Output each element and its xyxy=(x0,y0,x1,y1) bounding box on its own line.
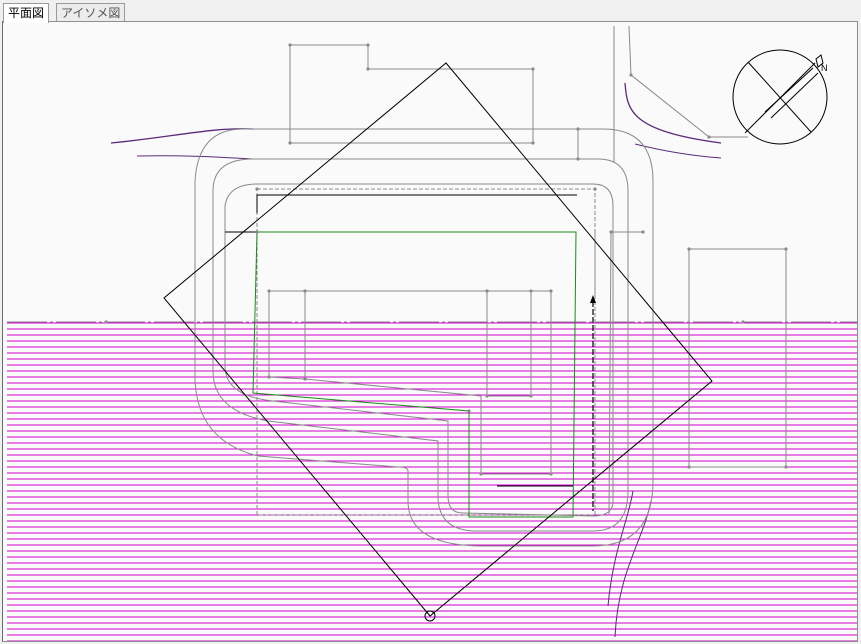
vertex-dot xyxy=(104,320,108,324)
vertex-dot xyxy=(549,472,553,476)
building-outline-right xyxy=(688,248,787,468)
north-label: N xyxy=(821,63,828,73)
vertex-dot xyxy=(467,409,471,413)
vertex-dot xyxy=(784,247,788,251)
road-edge-right-lower xyxy=(634,143,722,159)
building-outline-top xyxy=(289,44,534,144)
vertex-markers xyxy=(104,43,788,476)
vertex-dot xyxy=(303,377,307,381)
vertex-dot xyxy=(303,289,307,293)
vertex-dot xyxy=(366,67,370,71)
vertex-dot xyxy=(485,289,489,293)
vertex-dot xyxy=(609,230,613,234)
vertex-dot xyxy=(784,465,788,469)
vertex-dot xyxy=(529,394,533,398)
vertex-dot xyxy=(576,127,580,131)
road-outline-inner xyxy=(224,183,614,517)
vertex-dot xyxy=(707,135,711,139)
vertex-dot xyxy=(288,141,292,145)
tab-isometric-view[interactable]: アイソメ図 xyxy=(56,3,126,22)
vertex-dot xyxy=(529,289,533,293)
vertex-dot xyxy=(531,141,535,145)
vertex-dot xyxy=(267,289,271,293)
vertex-dot xyxy=(479,472,483,476)
boundary-black-top xyxy=(256,194,577,213)
vertex-dot xyxy=(267,375,271,379)
vertex-dot xyxy=(366,43,370,47)
vertex-dot xyxy=(288,43,292,47)
road-edge-left-lower xyxy=(136,155,254,160)
road-edge-right xyxy=(624,82,722,144)
cad-drawing[interactable]: N xyxy=(3,22,858,642)
magenta-hatch-area xyxy=(7,322,857,641)
vertex-dot xyxy=(629,73,633,77)
road-edge-left xyxy=(110,128,254,144)
vertex-dot xyxy=(576,157,580,161)
vertex-dot xyxy=(687,247,691,251)
vertex-dot xyxy=(641,230,645,234)
tab-plan-view[interactable]: 平面図 xyxy=(3,3,50,23)
vertex-dot xyxy=(687,465,691,469)
vertex-dot xyxy=(255,230,259,234)
boundary-dashed xyxy=(256,188,596,516)
drawing-canvas[interactable]: N xyxy=(2,21,858,642)
pipe-line-right xyxy=(608,231,612,515)
vertex-dot xyxy=(485,394,489,398)
vertex-dot xyxy=(549,289,553,293)
road-outline-middle xyxy=(212,158,629,532)
vertex-dot xyxy=(741,320,745,324)
view-tab-bar: 平面図 アイソメ図 xyxy=(0,0,861,23)
vertex-dot xyxy=(593,187,597,191)
vertex-dot xyxy=(531,67,535,71)
vertex-dot xyxy=(255,187,259,191)
road-outline-outer xyxy=(194,128,654,547)
north-compass: N xyxy=(732,49,828,145)
building-diagonal-line xyxy=(628,25,748,138)
